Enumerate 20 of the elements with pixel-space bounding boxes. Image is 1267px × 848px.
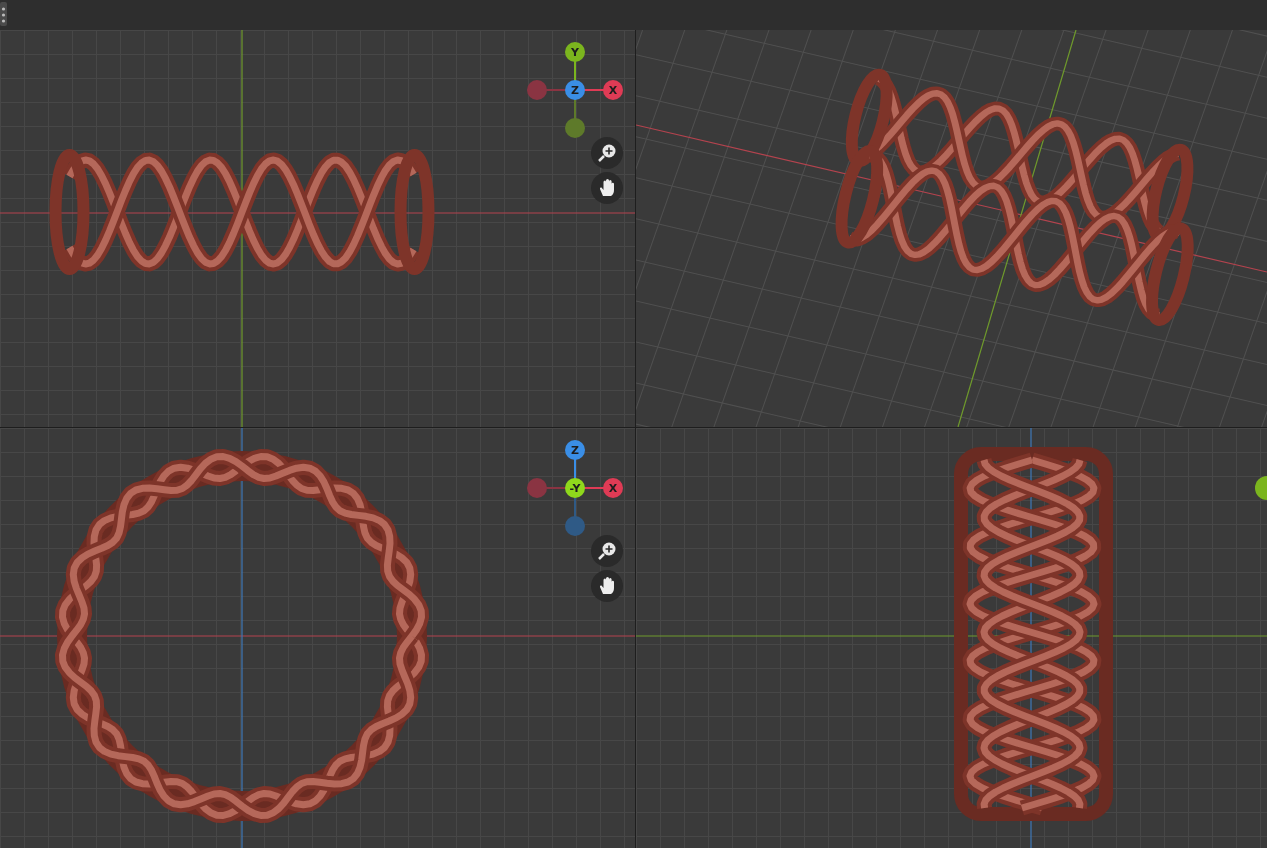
pan-hand-button[interactable] [591,570,623,602]
viewport[interactable] [636,428,1267,848]
zoom-button[interactable] [591,137,623,169]
axis-gizmo-button[interactable] [565,118,585,138]
axis-gizmo-button[interactable]: Y [565,42,585,62]
viewport[interactable] [636,30,1267,427]
panel-grip-icon[interactable] [0,2,7,26]
axis-gizmo-button[interactable]: Z [565,80,585,100]
zoom-icon [596,540,618,562]
axis-gizmo-button[interactable]: X [603,478,623,498]
zoom-icon [596,142,618,164]
hand-icon [597,178,617,198]
viewport[interactable]: Z -Y X [0,428,635,848]
zoom-button[interactable] [591,535,623,567]
axis-gizmo-button[interactable]: Z [565,440,585,460]
pan-hand-button[interactable] [591,172,623,204]
hand-icon [597,576,617,596]
axis-gizmo-button[interactable]: X [603,80,623,100]
axis-gizmo-button[interactable]: -Y [565,478,585,498]
viewport[interactable]: Y Z X [0,30,635,427]
